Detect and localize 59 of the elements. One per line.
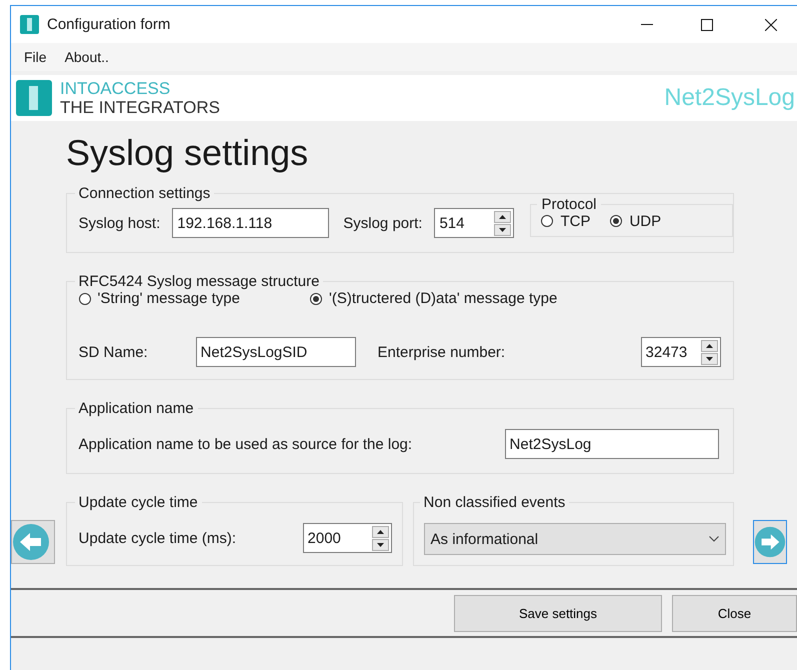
close-button[interactable]: Close: [672, 594, 797, 632]
caret-up-icon: [376, 530, 384, 534]
spin-down-button[interactable]: [372, 538, 389, 550]
field-label: Update cycle time (ms):: [78, 530, 238, 546]
caret-down-icon: [499, 228, 506, 232]
close-icon: [765, 18, 777, 30]
spin-box[interactable]: 32473: [640, 337, 721, 367]
radio-button[interactable]: [310, 292, 322, 304]
input-field[interactable]: 192.168.1.118: [172, 208, 330, 238]
logo-icon: [16, 80, 52, 116]
spin-up-button[interactable]: [700, 340, 718, 352]
field-label: Syslog port:: [343, 214, 422, 232]
menu-item[interactable]: File: [15, 49, 56, 65]
caret-up-icon: [499, 214, 506, 218]
spin-up-button[interactable]: [372, 526, 389, 538]
arrow-left-icon: [12, 523, 50, 561]
radio-label: UDP: [629, 212, 662, 230]
chevron-down-icon: [708, 536, 719, 542]
radio-label: TCP: [560, 212, 590, 230]
caret-up-icon: [706, 344, 713, 348]
dropdown[interactable]: As informational: [424, 523, 726, 555]
brand-tagline: THE INTEGRATORS: [60, 98, 221, 117]
field-label: Enterprise number:: [378, 344, 506, 360]
input-field[interactable]: Net2SysLogSID: [196, 337, 356, 367]
minimize-icon: [641, 24, 653, 25]
spin-down-button[interactable]: [700, 352, 718, 364]
field-label: Syslog host:: [78, 214, 160, 232]
group-title: RFC5424 Syslog message structure: [78, 273, 320, 290]
radio-button[interactable]: [610, 215, 622, 227]
radio-label: '(S)tructered (D)ata' message type: [329, 290, 558, 307]
group-title: Non classified events: [422, 494, 566, 511]
menu-item[interactable]: About..: [56, 49, 118, 65]
caret-down-icon: [376, 542, 384, 546]
radio-label: 'String' message type: [98, 290, 240, 307]
app-icon: [20, 15, 39, 34]
maximize-icon: [701, 18, 713, 30]
window-title: Configuration form: [47, 16, 172, 33]
page-heading: Syslog settings: [66, 131, 310, 175]
field-label: Application name to be used as source for the log:: [78, 436, 414, 452]
save-button[interactable]: Save settings: [454, 594, 662, 632]
spin-box[interactable]: 514: [434, 208, 514, 238]
product-name: Net2SysLog: [664, 84, 795, 112]
group-title: Connection settings: [78, 185, 212, 202]
spin-value: 2000: [306, 530, 342, 546]
radio-button[interactable]: [541, 215, 554, 227]
brand-name: INTOACCESS: [60, 79, 172, 98]
next-button[interactable]: [752, 520, 787, 564]
field-label: SD Name:: [78, 344, 149, 360]
spin-value: 32473: [644, 344, 688, 360]
spin-value: 514: [438, 214, 466, 232]
group-title: Application name: [78, 400, 195, 417]
spin-up-button[interactable]: [494, 210, 512, 222]
radio-button[interactable]: [78, 292, 91, 304]
group-title: Update cycle time: [78, 494, 199, 511]
caret-down-icon: [706, 356, 713, 360]
spin-down-button[interactable]: [494, 224, 512, 236]
group-title: Protocol: [540, 196, 598, 212]
spin-box[interactable]: 2000: [302, 523, 392, 553]
input-field[interactable]: Net2SysLog: [504, 429, 719, 459]
